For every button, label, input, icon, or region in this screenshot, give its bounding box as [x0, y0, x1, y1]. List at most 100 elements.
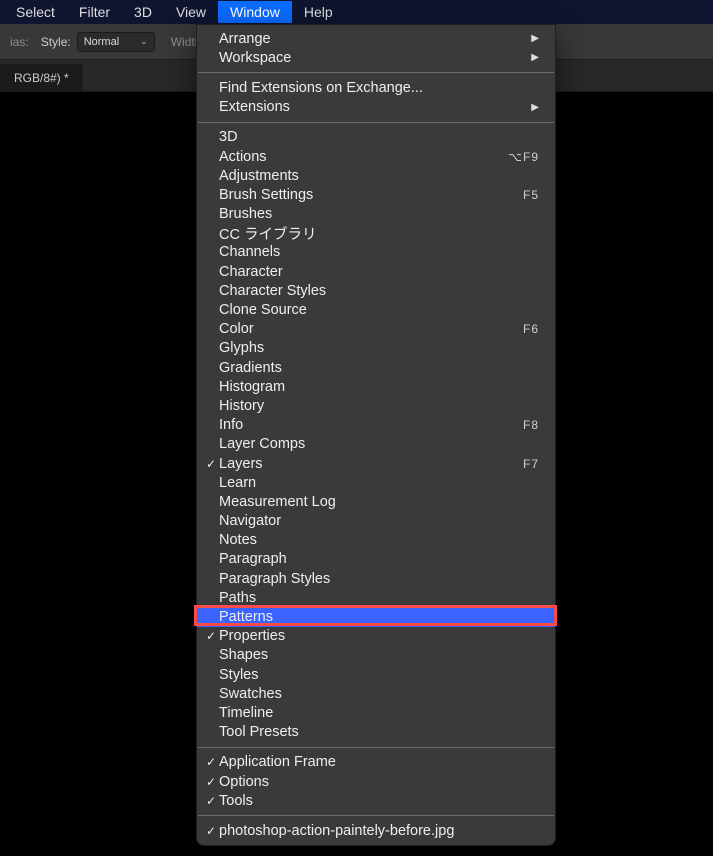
- menu-item-layers[interactable]: ✓LayersF7: [197, 454, 555, 473]
- menu-item-adjustments[interactable]: Adjustments: [197, 166, 555, 185]
- menu-item-label: Gradients: [219, 360, 539, 376]
- options-ias-label: ias:: [4, 35, 35, 49]
- menu-item-cc[interactable]: CC ライブラリ: [197, 224, 555, 243]
- menu-item-layer-comps[interactable]: Layer Comps: [197, 435, 555, 454]
- menu-item-label: Notes: [219, 532, 539, 548]
- menu-item-brushes[interactable]: Brushes: [197, 205, 555, 224]
- menu-item-label: Navigator: [219, 513, 539, 529]
- menu-item-label: Paragraph: [219, 551, 539, 567]
- menu-item-label: Learn: [219, 475, 539, 491]
- menu-help[interactable]: Help: [292, 1, 345, 23]
- chevron-down-icon: ⌄: [140, 36, 148, 47]
- menu-item-label: Layer Comps: [219, 436, 539, 452]
- menu-filter[interactable]: Filter: [67, 1, 122, 23]
- menu-separator: [198, 815, 554, 816]
- menu-item-navigator[interactable]: Navigator: [197, 512, 555, 531]
- menu-shortcut: F6: [523, 322, 539, 336]
- menu-item-properties[interactable]: ✓Properties: [197, 627, 555, 646]
- menu-item-gradients[interactable]: Gradients: [197, 358, 555, 377]
- menu-item-learn[interactable]: Learn: [197, 473, 555, 492]
- menu-item-shapes[interactable]: Shapes: [197, 646, 555, 665]
- menu-item-label: Patterns: [219, 609, 539, 625]
- menu-item-label: Workspace: [219, 50, 531, 66]
- menu-item-histogram[interactable]: Histogram: [197, 377, 555, 396]
- menu-item-color[interactable]: ColorF6: [197, 320, 555, 339]
- menu-item-label: Swatches: [219, 686, 539, 702]
- menu-item-swatches[interactable]: Swatches: [197, 684, 555, 703]
- menu-separator: [198, 747, 554, 748]
- submenu-arrow-icon: ▶: [531, 102, 539, 113]
- menu-item-arrange[interactable]: Arrange▶: [197, 29, 555, 48]
- menu-separator: [198, 122, 554, 123]
- menu-item-history[interactable]: History: [197, 396, 555, 415]
- menu-item-patterns[interactable]: Patterns: [197, 607, 555, 626]
- style-select-value: Normal: [84, 36, 119, 48]
- menu-item-tools[interactable]: ✓Tools: [197, 791, 555, 810]
- menu-item-styles[interactable]: Styles: [197, 665, 555, 684]
- menu-3d[interactable]: 3D: [122, 1, 164, 23]
- menu-item-label: Paragraph Styles: [219, 571, 539, 587]
- document-tab[interactable]: RGB/8#) *: [0, 64, 83, 91]
- menu-shortcut: F5: [523, 188, 539, 202]
- menu-item-label: Properties: [219, 628, 539, 644]
- menu-separator: [198, 72, 554, 73]
- menu-item-measurement-log[interactable]: Measurement Log: [197, 492, 555, 511]
- menu-item-3d[interactable]: 3D: [197, 128, 555, 147]
- menu-item-label: Paths: [219, 590, 539, 606]
- menu-item-label: Layers: [219, 456, 523, 472]
- menu-item-paragraph[interactable]: Paragraph: [197, 550, 555, 569]
- menu-item-label: Application Frame: [219, 754, 539, 770]
- checkmark-icon: ✓: [203, 824, 219, 838]
- menu-item-extensions[interactable]: Extensions▶: [197, 98, 555, 117]
- menu-item-application-frame[interactable]: ✓Application Frame: [197, 753, 555, 772]
- menu-select[interactable]: Select: [4, 1, 67, 23]
- menu-item-label: Tools: [219, 793, 539, 809]
- checkmark-icon: ✓: [203, 457, 219, 471]
- menu-item-label: photoshop-action-paintely-before.jpg: [219, 823, 539, 839]
- menu-item-label: Brush Settings: [219, 187, 523, 203]
- menu-item-paths[interactable]: Paths: [197, 588, 555, 607]
- menu-item-label: Channels: [219, 244, 539, 260]
- menu-item-actions[interactable]: Actions⌥F9: [197, 147, 555, 166]
- checkmark-icon: ✓: [203, 775, 219, 789]
- menu-item-label: Glyphs: [219, 340, 539, 356]
- submenu-arrow-icon: ▶: [531, 52, 539, 63]
- right-panel-area: [573, 92, 713, 856]
- menu-item-timeline[interactable]: Timeline: [197, 703, 555, 722]
- menu-view[interactable]: View: [164, 1, 218, 23]
- menu-window[interactable]: Window: [218, 1, 292, 23]
- menu-item-label: Tool Presets: [219, 724, 539, 740]
- menu-item-label: Color: [219, 321, 523, 337]
- menu-item-find-extensions-on-exchange[interactable]: Find Extensions on Exchange...: [197, 78, 555, 97]
- menu-item-photoshop-action-paintely-before-jpg[interactable]: ✓photoshop-action-paintely-before.jpg: [197, 821, 555, 840]
- menu-item-label: Extensions: [219, 99, 531, 115]
- menu-item-clone-source[interactable]: Clone Source: [197, 300, 555, 319]
- menu-item-brush-settings[interactable]: Brush SettingsF5: [197, 185, 555, 204]
- menu-item-label: Clone Source: [219, 302, 539, 318]
- menu-item-info[interactable]: InfoF8: [197, 416, 555, 435]
- menu-item-label: Info: [219, 417, 523, 433]
- menu-item-options[interactable]: ✓Options: [197, 772, 555, 791]
- menu-item-label: Find Extensions on Exchange...: [219, 80, 539, 96]
- checkmark-icon: ✓: [203, 755, 219, 769]
- menu-item-workspace[interactable]: Workspace▶: [197, 48, 555, 67]
- menu-item-notes[interactable]: Notes: [197, 531, 555, 550]
- menu-item-channels[interactable]: Channels: [197, 243, 555, 262]
- menu-item-label: Brushes: [219, 206, 539, 222]
- menu-item-tool-presets[interactable]: Tool Presets: [197, 723, 555, 742]
- menu-item-character-styles[interactable]: Character Styles: [197, 281, 555, 300]
- menu-item-label: History: [219, 398, 539, 414]
- menu-item-label: Histogram: [219, 379, 539, 395]
- options-style-label: Style:: [35, 35, 77, 49]
- menu-item-label: Character: [219, 264, 539, 280]
- menu-item-paragraph-styles[interactable]: Paragraph Styles: [197, 569, 555, 588]
- menu-item-label: Actions: [219, 149, 508, 165]
- menu-item-character[interactable]: Character: [197, 262, 555, 281]
- menu-item-glyphs[interactable]: Glyphs: [197, 339, 555, 358]
- checkmark-icon: ✓: [203, 794, 219, 808]
- menu-item-label: Options: [219, 774, 539, 790]
- menu-item-label: Adjustments: [219, 168, 539, 184]
- menu-item-label: Character Styles: [219, 283, 539, 299]
- menu-item-label: Timeline: [219, 705, 539, 721]
- style-select[interactable]: Normal ⌄: [77, 32, 155, 52]
